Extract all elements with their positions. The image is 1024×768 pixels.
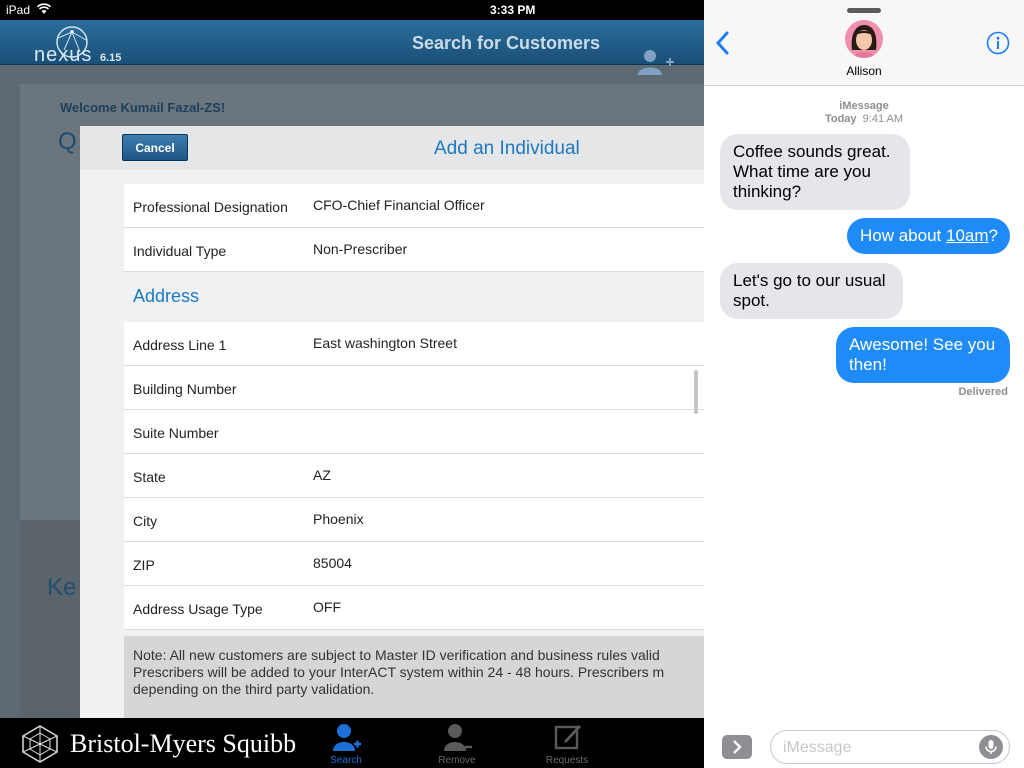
contact-name: Allison (846, 64, 882, 78)
form-row-city[interactable]: City Phoenix (124, 498, 704, 542)
field-label: City (133, 513, 158, 529)
field-label: State (133, 469, 166, 485)
app-version: 6.15 (100, 52, 122, 64)
background-heading-2: Ke (47, 574, 77, 601)
field-value: 85004 (313, 555, 352, 571)
field-value: Phoenix (313, 511, 364, 527)
message-input[interactable]: iMessage (770, 730, 1010, 764)
message-text: How about (860, 226, 946, 245)
tab-label: Remove (438, 755, 476, 766)
clock: 3:33 PM (490, 3, 536, 17)
welcome-text: Welcome Kumail Fazal-ZS! (60, 100, 226, 115)
field-label: Address Usage Type (133, 601, 263, 617)
note-line: Prescribers will be added to your InterA… (133, 664, 665, 680)
form-row-building-number[interactable]: Building Number (124, 366, 704, 410)
microphone-icon (985, 740, 997, 754)
field-value: AZ (313, 467, 331, 483)
form-row-state[interactable]: State AZ (124, 454, 704, 498)
section-title: Address (133, 286, 200, 306)
wifi-icon (37, 3, 51, 14)
status-bar: iPad 3:33 PM (0, 0, 704, 20)
back-chevron-icon[interactable] (714, 30, 730, 56)
message-bubble-incoming[interactable]: Let's go to our usual spot. (720, 263, 903, 319)
brand-name: Bristol-Myers Squibb (70, 729, 297, 758)
form-row-suite-number[interactable]: Suite Number (124, 410, 704, 454)
message-bubble-outgoing[interactable]: How about 10am? (847, 218, 1010, 254)
individual-form: Professional Designation CFO-Chief Finan… (124, 184, 704, 630)
form-row-professional-designation[interactable]: Professional Designation CFO-Chief Finan… (124, 184, 704, 228)
note-line: depending on the third party validation. (133, 681, 375, 697)
message-input-placeholder: iMessage (783, 739, 852, 756)
tab-search[interactable]: Search (306, 720, 386, 768)
bms-star-logo (22, 725, 58, 763)
field-value: OFF (313, 599, 341, 615)
tab-label: Requests (545, 755, 589, 766)
form-row-address-usage-type[interactable]: Address Usage Type OFF (124, 586, 704, 630)
slide-over-grabber[interactable] (847, 8, 881, 13)
compose-bar: iMessage (704, 726, 1024, 768)
note-line: Note: All new customers are subject to M… (133, 647, 660, 663)
field-label: Individual Type (133, 243, 227, 259)
service-label: iMessage (839, 100, 889, 112)
address-section-header: Address (124, 272, 704, 322)
modal-title: Add an Individual (434, 138, 580, 159)
add-individual-modal: Cancel Add an Individual Professional De… (80, 126, 704, 726)
app-logo-text: nexus (34, 44, 93, 66)
messages-app: Allison iMessage Today 9:41 AM Coffee so… (704, 0, 1024, 768)
carrier-label: iPad (6, 3, 31, 17)
scroll-indicator[interactable] (694, 370, 698, 414)
header-title: Search for Customers (412, 33, 601, 53)
bottom-bar: Bristol-Myers Squibb Search Remove Reque… (0, 718, 704, 768)
tab-label: Search (330, 755, 362, 766)
message-bubble-incoming[interactable]: Coffee sounds great. What time are you t… (720, 134, 910, 210)
compose-icon (554, 725, 581, 750)
form-row-zip[interactable]: ZIP 85004 (124, 542, 704, 586)
background-heading: Q (58, 128, 77, 155)
timestamp-day: Today (824, 113, 857, 125)
add-user-icon[interactable] (636, 48, 676, 76)
message-text: ? (988, 226, 998, 245)
field-value: Non-Prescriber (313, 241, 408, 257)
form-row-address-line-1[interactable]: Address Line 1 East washington Street (124, 322, 704, 366)
conversation-header: Allison (704, 0, 1024, 86)
contact-avatar[interactable] (845, 20, 883, 58)
nexus-app: iPad 3:33 PM nexus 6.15 Search for Custo… (0, 0, 704, 768)
delivery-status: Delivered (958, 386, 1008, 398)
tab-remove[interactable]: Remove (417, 720, 497, 768)
chevron-right-icon (733, 740, 742, 754)
verification-note: Note: All new customers are subject to M… (124, 636, 704, 726)
form-row-individual-type[interactable]: Individual Type Non-Prescriber (124, 228, 704, 272)
message-bubble-outgoing[interactable]: Awesome! See you then! (836, 327, 1010, 383)
field-label: ZIP (133, 557, 155, 573)
remove-user-icon (444, 724, 472, 751)
field-value: CFO-Chief Financial Officer (313, 197, 485, 213)
avatar-photo (845, 20, 883, 58)
field-label: Address Line 1 (133, 337, 227, 353)
search-user-icon (333, 724, 361, 751)
time-link[interactable]: 10am (946, 226, 989, 245)
field-label: Suite Number (133, 425, 219, 441)
app-drawer-button[interactable] (722, 735, 752, 759)
field-label: Professional Designation (133, 199, 288, 215)
modal-header: Cancel Add an Individual (80, 126, 704, 170)
field-value: East washington Street (313, 335, 457, 351)
mic-button[interactable] (979, 735, 1003, 759)
timestamp-time: 9:41 AM (862, 113, 904, 125)
tab-requests[interactable]: Requests (527, 720, 607, 768)
timestamp: Today 9:41 AM (704, 113, 1024, 125)
info-icon[interactable] (986, 31, 1010, 55)
cancel-button[interactable]: Cancel (122, 134, 188, 161)
field-label: Building Number (133, 381, 237, 397)
